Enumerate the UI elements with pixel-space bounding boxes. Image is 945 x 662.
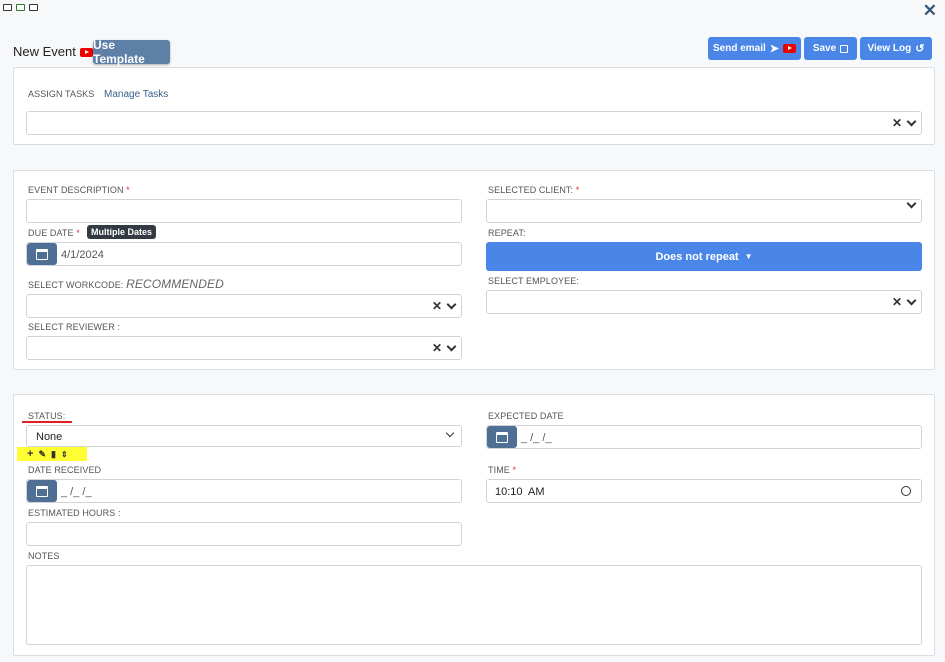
floppy-icon (840, 44, 849, 53)
due-date-input[interactable]: 4/1/2024 (26, 242, 462, 266)
window-minimize-icon[interactable] (29, 4, 38, 11)
notes-label: NOTES (28, 551, 60, 561)
window-maximize-icon[interactable] (16, 4, 25, 11)
expected-date-label: EXPECTED DATE (488, 411, 564, 421)
client-select[interactable] (486, 198, 922, 223)
employee-label: SELECT EMPLOYEE: (488, 276, 579, 286)
workcode-label-text: SELECT WORKCODE: (28, 280, 124, 290)
calendar-icon (36, 248, 48, 260)
trash-icon[interactable]: ▮ (51, 449, 56, 460)
workcode-recommended-hint: RECOMMENDED (126, 277, 224, 291)
calendar-icon (496, 431, 508, 443)
event-description-input[interactable] (26, 199, 462, 223)
repeat-value: Does not repeat (655, 250, 739, 263)
time-value: 10:10 AM (495, 486, 545, 498)
employee-select[interactable]: ✕ (486, 290, 922, 314)
calendar-button[interactable] (27, 243, 57, 265)
status-toolbar: + ✎ ▮ ⇕ (17, 447, 87, 461)
paper-plane-icon: ➤ (769, 43, 780, 55)
date-received-input[interactable]: _ /_ /_ (26, 479, 462, 503)
status-value: None (36, 431, 63, 443)
time-input[interactable]: 10:10 AM (486, 479, 922, 503)
edit-icon[interactable]: ✎ (38, 449, 46, 460)
event-description-label-text: EVENT DESCRIPTION (28, 185, 124, 195)
notes-textarea[interactable] (26, 565, 922, 645)
page-title-text: New Event (13, 44, 76, 59)
selected-client-label-text: SELECTED CLIENT: (488, 185, 574, 195)
chevron-down-icon[interactable] (445, 428, 455, 438)
chevron-down-icon[interactable] (906, 295, 917, 305)
clock-icon[interactable] (901, 486, 911, 496)
assign-tasks-label: ASSIGN TASKS (28, 89, 95, 99)
due-date-label: DUE DATE * (28, 228, 80, 238)
date-received-label: DATE RECEIVED (28, 465, 102, 475)
required-marker: * (575, 185, 580, 195)
clear-icon[interactable]: ✕ (892, 116, 902, 130)
expected-date-value: _ /_ /_ (521, 432, 552, 444)
time-label: TIME * (488, 465, 516, 475)
required-marker: * (126, 185, 130, 195)
history-icon: ↺ (915, 43, 925, 55)
time-label-text: TIME (488, 465, 510, 475)
repeat-label: REPEAT: (488, 228, 526, 238)
page-title: New Event (13, 44, 93, 59)
workcode-label: SELECT WORKCODE: RECOMMENDED (28, 277, 224, 291)
status-underline (22, 421, 72, 423)
save-label: Save (812, 43, 837, 54)
youtube-icon[interactable] (79, 48, 93, 58)
window-restore-icon[interactable] (3, 4, 12, 11)
date-received-value: _ /_ /_ (61, 486, 92, 498)
status-label: STATUS: (28, 411, 66, 421)
chevron-down-icon[interactable] (906, 116, 917, 126)
event-description-label: EVENT DESCRIPTION * (28, 185, 130, 195)
status-select[interactable]: None (26, 425, 462, 447)
reviewer-label: SELECT REVIEWER : (28, 322, 121, 332)
save-button[interactable]: Save (804, 37, 857, 60)
use-template-button[interactable]: Use Template (93, 38, 170, 66)
workcode-select[interactable]: ✕ (26, 294, 462, 318)
view-log-button[interactable]: View Log ↺ (860, 37, 932, 60)
close-icon[interactable]: ✕ (923, 1, 937, 21)
selected-client-label: SELECTED CLIENT: * (488, 185, 579, 195)
calendar-icon (36, 485, 48, 497)
due-date-label-text: DUE DATE (28, 228, 74, 238)
clear-icon[interactable]: ✕ (432, 299, 442, 313)
expected-date-input[interactable]: _ /_ /_ (486, 425, 922, 449)
manage-tasks-link[interactable]: Manage Tasks (104, 89, 168, 100)
clear-icon[interactable]: ✕ (892, 295, 902, 309)
clear-icon[interactable]: ✕ (432, 341, 442, 355)
caret-down-icon: ▼ (744, 252, 753, 261)
reviewer-select[interactable]: ✕ (26, 336, 462, 360)
sort-icon[interactable]: ⇕ (61, 450, 68, 459)
youtube-icon (783, 44, 797, 53)
send-email-label: Send email (712, 43, 766, 54)
multiple-dates-tooltip[interactable]: Multiple Dates (87, 225, 157, 239)
chevron-down-icon[interactable] (446, 299, 457, 309)
chevron-down-icon[interactable] (446, 341, 457, 351)
calendar-button[interactable] (487, 426, 517, 448)
estimated-hours-input[interactable] (26, 522, 462, 546)
tasks-select[interactable]: ✕ (26, 111, 922, 135)
calendar-button[interactable] (27, 480, 57, 502)
required-marker: * (512, 465, 517, 475)
due-date-value: 4/1/2024 (61, 249, 104, 261)
repeat-dropdown[interactable]: Does not repeat ▼ (486, 242, 922, 271)
view-log-label: View Log (867, 43, 912, 54)
required-marker: * (76, 228, 80, 238)
estimated-hours-label: ESTIMATED HOURS : (28, 508, 121, 518)
chevron-down-icon[interactable] (906, 198, 917, 209)
send-email-button[interactable]: Send email ➤ (708, 37, 801, 60)
plus-icon[interactable]: + (27, 448, 33, 460)
